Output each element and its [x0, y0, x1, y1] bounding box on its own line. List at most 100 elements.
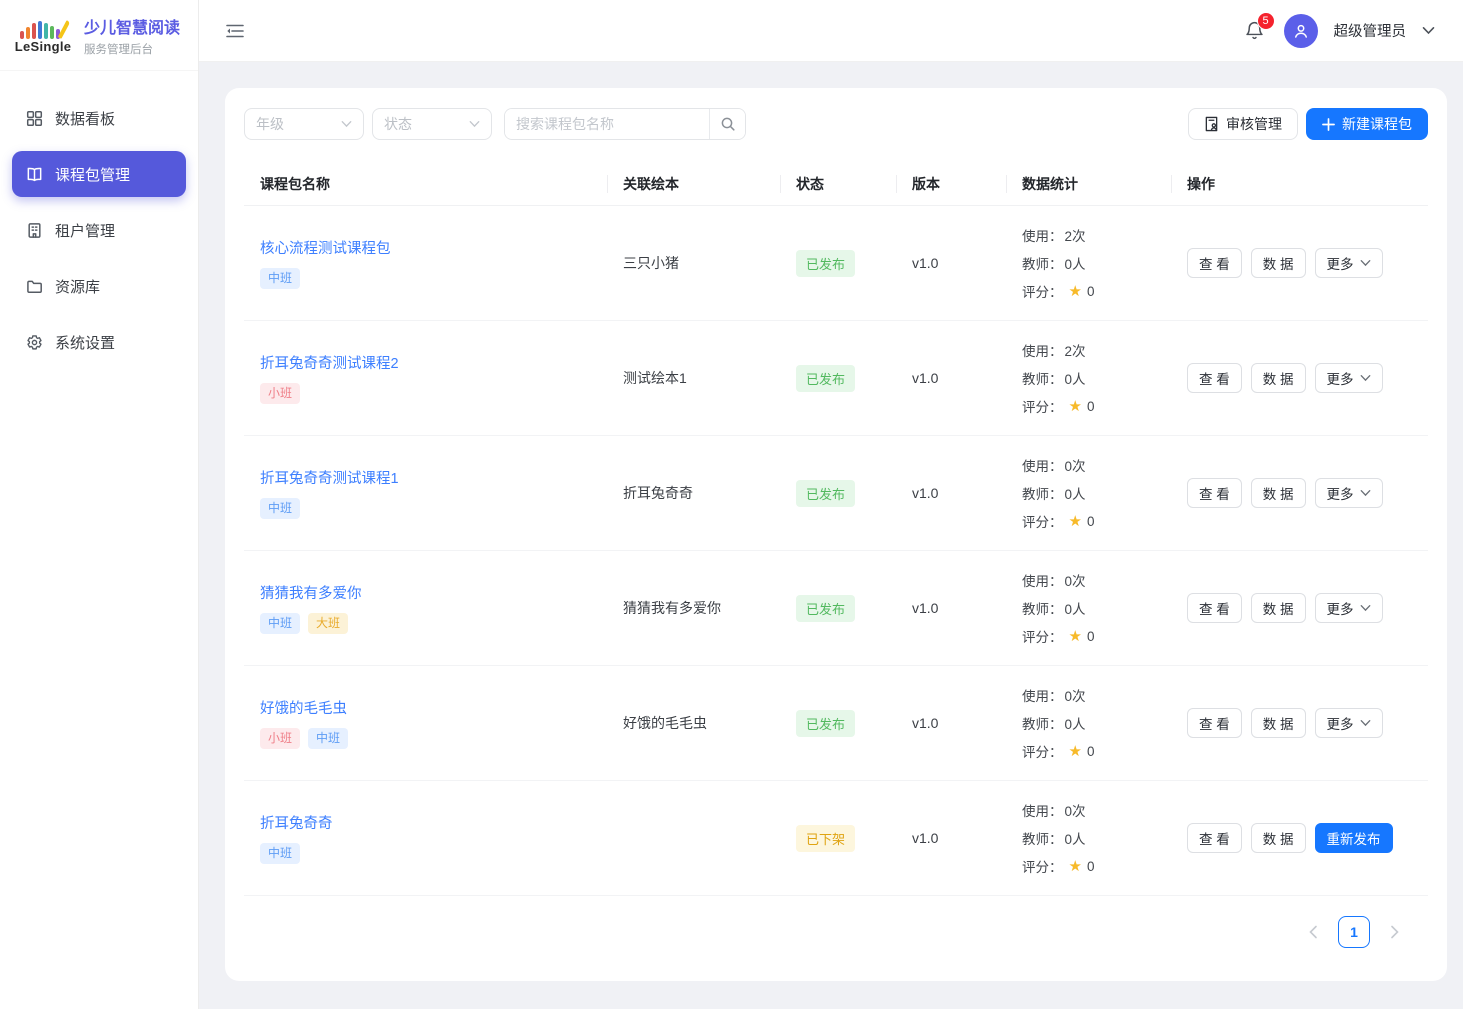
create-button-label: 新建课程包 — [1342, 114, 1412, 134]
rating-stat: 评分：★0 — [1022, 626, 1155, 646]
sidebar-item-3[interactable]: 资源库 — [12, 263, 186, 309]
button-label: 数 据 — [1263, 368, 1294, 388]
sidebar-item-2[interactable]: 租户管理 — [12, 207, 186, 253]
status-select-value: 状态 — [384, 114, 412, 134]
actions-cell: 查 看 数 据 更多 — [1171, 593, 1428, 623]
stat-label: 评分： — [1022, 511, 1063, 531]
sidebar-item-1[interactable]: 课程包管理 — [12, 151, 186, 197]
stat-label: 使用： — [1022, 570, 1063, 590]
view-button[interactable]: 查 看 — [1187, 593, 1242, 623]
button-label: 查 看 — [1199, 368, 1230, 388]
data-button[interactable]: 数 据 — [1251, 248, 1306, 278]
collapse-sidebar-icon[interactable] — [221, 17, 249, 45]
package-name-cell: 折耳兔奇奇测试课程1中班 — [244, 467, 607, 518]
stat-value: 0次 — [1065, 455, 1086, 475]
more-button[interactable]: 更多 — [1315, 478, 1383, 508]
sidebar-item-0[interactable]: 数据看板 — [12, 95, 186, 141]
republish-button[interactable]: 重新发布 — [1315, 823, 1393, 853]
search-input[interactable] — [505, 109, 709, 139]
data-button[interactable]: 数 据 — [1251, 593, 1306, 623]
stat-label: 评分： — [1022, 741, 1063, 761]
pagination-next-icon[interactable] — [1380, 917, 1410, 947]
more-button[interactable]: 更多 — [1315, 593, 1383, 623]
more-button[interactable]: 更多 — [1315, 708, 1383, 738]
audit-management-button[interactable]: 审核管理 — [1188, 108, 1298, 140]
package-name-link[interactable]: 猜猜我有多爱你 — [260, 582, 591, 603]
button-label: 数 据 — [1263, 483, 1294, 503]
actions-cell: 查 看 数 据 重新发布 — [1171, 823, 1428, 853]
view-button[interactable]: 查 看 — [1187, 363, 1242, 393]
stat-label: 使用： — [1022, 800, 1063, 820]
status-select[interactable]: 状态 — [372, 108, 492, 140]
button-label: 数 据 — [1263, 828, 1294, 848]
data-button[interactable]: 数 据 — [1251, 363, 1306, 393]
avatar[interactable] — [1284, 14, 1318, 48]
usage-stat: 使用：2次 — [1022, 340, 1155, 360]
chevron-down-icon — [469, 120, 480, 128]
teachers-stat: 教师：0人 — [1022, 483, 1155, 503]
course-package-card: 年级 状态 — [225, 88, 1447, 981]
chevron-down-icon — [1360, 604, 1371, 612]
data-button[interactable]: 数 据 — [1251, 708, 1306, 738]
logo-text: LeSingle — [15, 39, 72, 54]
stat-label: 教师： — [1022, 828, 1063, 848]
stat-label: 使用： — [1022, 455, 1063, 475]
package-name-link[interactable]: 折耳兔奇奇 — [260, 812, 591, 833]
star-icon: ★ — [1069, 282, 1082, 300]
status-cell: 已发布 — [780, 480, 896, 507]
create-course-package-button[interactable]: 新建课程包 — [1306, 108, 1428, 140]
stat-label: 使用： — [1022, 340, 1063, 360]
more-button[interactable]: 更多 — [1315, 363, 1383, 393]
view-button[interactable]: 查 看 — [1187, 823, 1242, 853]
grade-tag: 中班 — [308, 728, 348, 748]
button-label: 更多 — [1327, 713, 1354, 733]
package-name-link[interactable]: 折耳兔奇奇测试课程1 — [260, 467, 591, 488]
version-cell: v1.0 — [896, 370, 1006, 386]
package-name-cell: 好饿的毛毛虫小班中班 — [244, 697, 607, 748]
star-icon: ★ — [1069, 627, 1082, 645]
version-cell: v1.0 — [896, 600, 1006, 616]
stat-label: 教师： — [1022, 253, 1063, 273]
rating-stat: 评分：★0 — [1022, 396, 1155, 416]
view-button[interactable]: 查 看 — [1187, 248, 1242, 278]
sidebar-item-4[interactable]: 系统设置 — [12, 319, 186, 365]
stat-label: 评分： — [1022, 626, 1063, 646]
book-icon — [26, 166, 43, 183]
view-button[interactable]: 查 看 — [1187, 478, 1242, 508]
data-button[interactable]: 数 据 — [1251, 823, 1306, 853]
column-header-5: 操作 — [1171, 174, 1428, 194]
pagination-prev-icon[interactable] — [1298, 917, 1328, 947]
current-user-name[interactable]: 超级管理员 — [1334, 20, 1407, 41]
stat-label: 教师： — [1022, 368, 1063, 388]
stat-value: 0人 — [1065, 483, 1086, 503]
stat-value: 0 — [1087, 399, 1095, 414]
table-header: 课程包名称关联绘本状态版本数据统计操作 — [244, 162, 1428, 206]
pagination-page-1[interactable]: 1 — [1338, 916, 1370, 948]
grade-select[interactable]: 年级 — [244, 108, 364, 140]
linked-book-cell: 三只小猪 — [607, 253, 780, 273]
column-header-2: 状态 — [780, 174, 896, 194]
button-label: 数 据 — [1263, 598, 1294, 618]
stats-cell: 使用：0次教师：0人评分：★0 — [1006, 800, 1171, 876]
search-icon[interactable] — [709, 109, 745, 139]
more-button[interactable]: 更多 — [1315, 248, 1383, 278]
usage-stat: 使用：0次 — [1022, 570, 1155, 590]
chevron-down-icon — [1360, 259, 1371, 267]
sidebar-item-label: 系统设置 — [55, 332, 115, 353]
table-row: 好饿的毛毛虫小班中班好饿的毛毛虫已发布v1.0使用：0次教师：0人评分：★0查 … — [244, 666, 1428, 781]
view-button[interactable]: 查 看 — [1187, 708, 1242, 738]
star-icon: ★ — [1069, 857, 1082, 875]
stat-value: 0 — [1087, 514, 1095, 529]
button-label: 查 看 — [1199, 713, 1230, 733]
user-menu-chevron-down-icon[interactable] — [1422, 26, 1435, 35]
button-label: 更多 — [1327, 253, 1354, 273]
button-label: 重新发布 — [1327, 828, 1381, 848]
button-label: 查 看 — [1199, 483, 1230, 503]
teachers-stat: 教师：0人 — [1022, 828, 1155, 848]
package-name-cell: 核心流程测试课程包中班 — [244, 237, 607, 288]
data-button[interactable]: 数 据 — [1251, 478, 1306, 508]
package-name-link[interactable]: 核心流程测试课程包 — [260, 237, 591, 258]
package-name-link[interactable]: 好饿的毛毛虫 — [260, 697, 591, 718]
package-name-link[interactable]: 折耳兔奇奇测试课程2 — [260, 352, 591, 373]
notification-bell-icon[interactable]: 5 — [1242, 18, 1268, 44]
